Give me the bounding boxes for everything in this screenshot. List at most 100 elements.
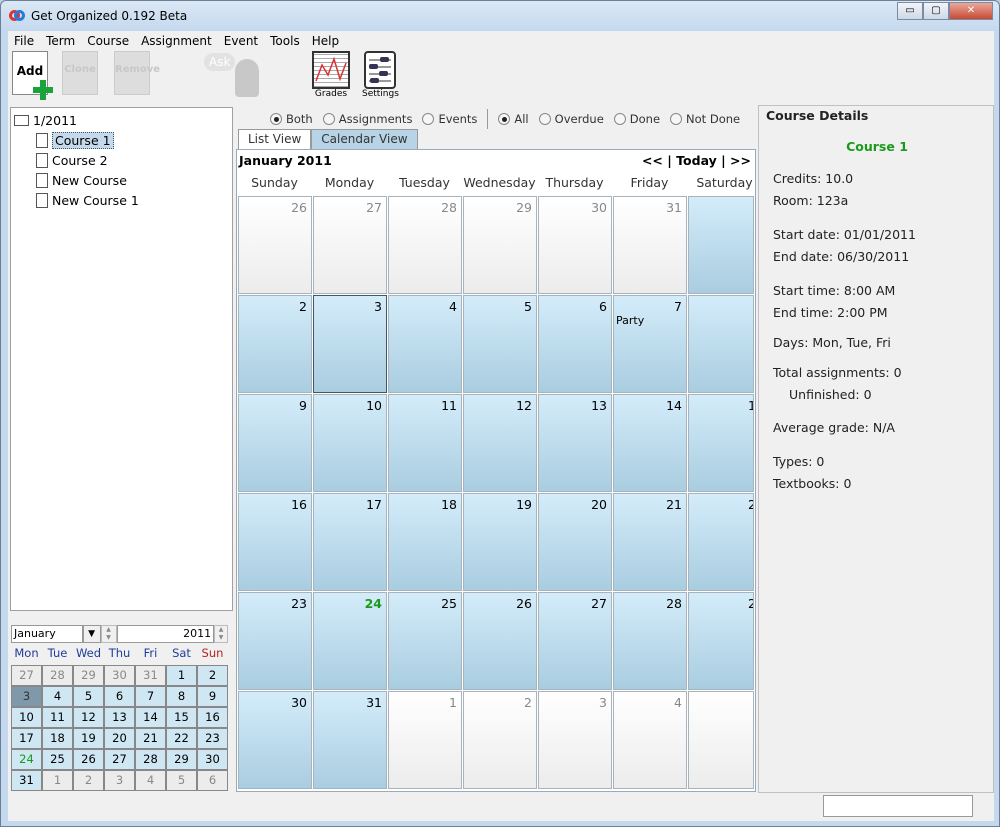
calendar-day-cell[interactable]: 26 bbox=[238, 196, 312, 294]
mini-day[interactable]: 10 bbox=[11, 707, 42, 728]
calendar-day-cell[interactable]: 21 bbox=[613, 493, 687, 591]
month-select[interactable]: January bbox=[11, 625, 83, 643]
month-spinner[interactable]: ▲ ▼ bbox=[100, 625, 117, 643]
calendar-day-cell[interactable]: 1 bbox=[388, 691, 462, 789]
calendar-day-cell[interactable]: 31 bbox=[613, 196, 687, 294]
tree-item-course-2[interactable]: Course 2 bbox=[14, 150, 232, 170]
mini-day[interactable]: 20 bbox=[104, 728, 135, 749]
calendar-day-cell[interactable]: 17 bbox=[313, 493, 387, 591]
calendar-day-cell[interactable] bbox=[688, 691, 754, 789]
mini-day[interactable]: 21 bbox=[135, 728, 166, 749]
mini-day[interactable]: 24 bbox=[11, 749, 42, 770]
menu-event[interactable]: Event bbox=[218, 33, 264, 49]
calendar-day-cell[interactable]: 2 bbox=[238, 295, 312, 393]
calendar-day-cell[interactable]: 3 bbox=[538, 691, 612, 789]
close-button[interactable]: ✕ bbox=[949, 2, 993, 20]
calendar-day-cell[interactable]: 4 bbox=[388, 295, 462, 393]
filter-all[interactable]: All bbox=[498, 112, 529, 126]
calendar-navigation[interactable]: << | Today | >> bbox=[642, 153, 751, 168]
calendar-day-cell[interactable]: 3 bbox=[313, 295, 387, 393]
calendar-day-cell[interactable]: 2 bbox=[688, 592, 754, 690]
calendar-day-cell[interactable]: 31 bbox=[313, 691, 387, 789]
mini-day[interactable]: 4 bbox=[42, 686, 73, 707]
mini-day[interactable]: 5 bbox=[166, 770, 197, 791]
mini-day[interactable]: 14 bbox=[135, 707, 166, 728]
mini-day[interactable]: 30 bbox=[197, 749, 228, 770]
mini-day[interactable]: 29 bbox=[166, 749, 197, 770]
mini-day[interactable]: 29 bbox=[73, 665, 104, 686]
tab-list-view[interactable]: List View bbox=[238, 129, 312, 149]
calendar-day-cell[interactable]: 11 bbox=[388, 394, 462, 492]
menu-course[interactable]: Course bbox=[81, 33, 135, 49]
mini-day[interactable]: 31 bbox=[11, 770, 42, 791]
tree-root[interactable]: 1/2011 bbox=[14, 110, 232, 130]
remove-button[interactable]: Remove bbox=[114, 51, 160, 103]
mini-day[interactable]: 2 bbox=[73, 770, 104, 791]
mini-day[interactable]: 19 bbox=[73, 728, 104, 749]
mini-day[interactable]: 16 bbox=[197, 707, 228, 728]
mini-day[interactable]: 27 bbox=[104, 749, 135, 770]
mini-day[interactable]: 9 bbox=[197, 686, 228, 707]
tree-item-course-1[interactable]: Course 1 bbox=[14, 130, 232, 150]
calendar-day-cell[interactable]: 10 bbox=[313, 394, 387, 492]
mini-day[interactable]: 5 bbox=[73, 686, 104, 707]
mini-day[interactable]: 18 bbox=[42, 728, 73, 749]
menu-term[interactable]: Term bbox=[40, 33, 81, 49]
mini-day[interactable]: 27 bbox=[11, 665, 42, 686]
tree-item-new-course[interactable]: New Course bbox=[14, 170, 232, 190]
mini-day[interactable]: 6 bbox=[197, 770, 228, 791]
calendar-day-cell[interactable]: 29 bbox=[463, 196, 537, 294]
calendar-day-cell[interactable]: 28 bbox=[613, 592, 687, 690]
ask-button[interactable]: Ask bbox=[204, 53, 260, 105]
mini-day[interactable]: 26 bbox=[73, 749, 104, 770]
calendar-day-cell[interactable]: 6 bbox=[538, 295, 612, 393]
mini-day[interactable]: 7 bbox=[135, 686, 166, 707]
menu-file[interactable]: File bbox=[8, 33, 40, 49]
mini-day[interactable]: 2 bbox=[197, 665, 228, 686]
calendar-day-cell[interactable]: 30 bbox=[538, 196, 612, 294]
calendar-day-cell[interactable]: 14 bbox=[613, 394, 687, 492]
mini-day[interactable]: 11 bbox=[42, 707, 73, 728]
mini-day[interactable]: 25 bbox=[42, 749, 73, 770]
calendar-day-cell[interactable]: 27 bbox=[313, 196, 387, 294]
calendar-day-cell[interactable]: 4 bbox=[613, 691, 687, 789]
calendar-day-cell[interactable]: 28 bbox=[388, 196, 462, 294]
calendar-event[interactable]: Party bbox=[616, 314, 644, 327]
filter-both[interactable]: Both bbox=[270, 112, 313, 126]
year-field[interactable]: 2011 bbox=[116, 625, 215, 643]
grades-button[interactable]: Grades bbox=[312, 51, 350, 103]
calendar-day-cell[interactable]: 7 Party bbox=[613, 295, 687, 393]
calendar-day-cell[interactable]: 19 bbox=[463, 493, 537, 591]
calendar-day-cell[interactable]: 18 bbox=[388, 493, 462, 591]
mini-day[interactable]: 28 bbox=[42, 665, 73, 686]
mini-day[interactable]: 15 bbox=[166, 707, 197, 728]
calendar-day-cell[interactable]: 5 bbox=[463, 295, 537, 393]
clone-button[interactable]: Clone bbox=[62, 51, 98, 103]
radio-button[interactable] bbox=[270, 113, 282, 125]
radio-button[interactable] bbox=[613, 113, 626, 125]
mini-day[interactable]: 23 bbox=[197, 728, 228, 749]
mini-day[interactable]: 28 bbox=[135, 749, 166, 770]
calendar-day-cell[interactable]: 12 bbox=[463, 394, 537, 492]
filter-done[interactable]: Done bbox=[613, 112, 660, 126]
calendar-day-cell[interactable]: 30 bbox=[238, 691, 312, 789]
mini-day[interactable]: 8 bbox=[166, 686, 197, 707]
filter-events[interactable]: Events bbox=[422, 112, 477, 126]
mini-day[interactable]: 3 bbox=[11, 686, 42, 707]
mini-day[interactable]: 22 bbox=[166, 728, 197, 749]
radio-button[interactable] bbox=[670, 113, 683, 125]
calendar-day-cell[interactable]: 16 bbox=[238, 493, 312, 591]
menu-help[interactable]: Help bbox=[306, 33, 345, 49]
minimize-button[interactable]: ▭ bbox=[897, 2, 923, 20]
month-dropdown-arrow-icon[interactable]: ▼ bbox=[82, 625, 101, 643]
filter-assignments[interactable]: Assignments bbox=[322, 112, 412, 126]
menu-tools[interactable]: Tools bbox=[264, 33, 306, 49]
mini-day[interactable]: 12 bbox=[73, 707, 104, 728]
maximize-button[interactable]: ▢ bbox=[923, 2, 949, 20]
year-spinner[interactable]: ▲ ▼ bbox=[214, 625, 229, 643]
calendar-day-cell[interactable] bbox=[688, 295, 754, 393]
calendar-day-cell[interactable]: 27 bbox=[538, 592, 612, 690]
filter-not-done[interactable]: Not Done bbox=[670, 112, 740, 126]
mini-day[interactable]: 1 bbox=[42, 770, 73, 791]
mini-day[interactable]: 31 bbox=[135, 665, 166, 686]
